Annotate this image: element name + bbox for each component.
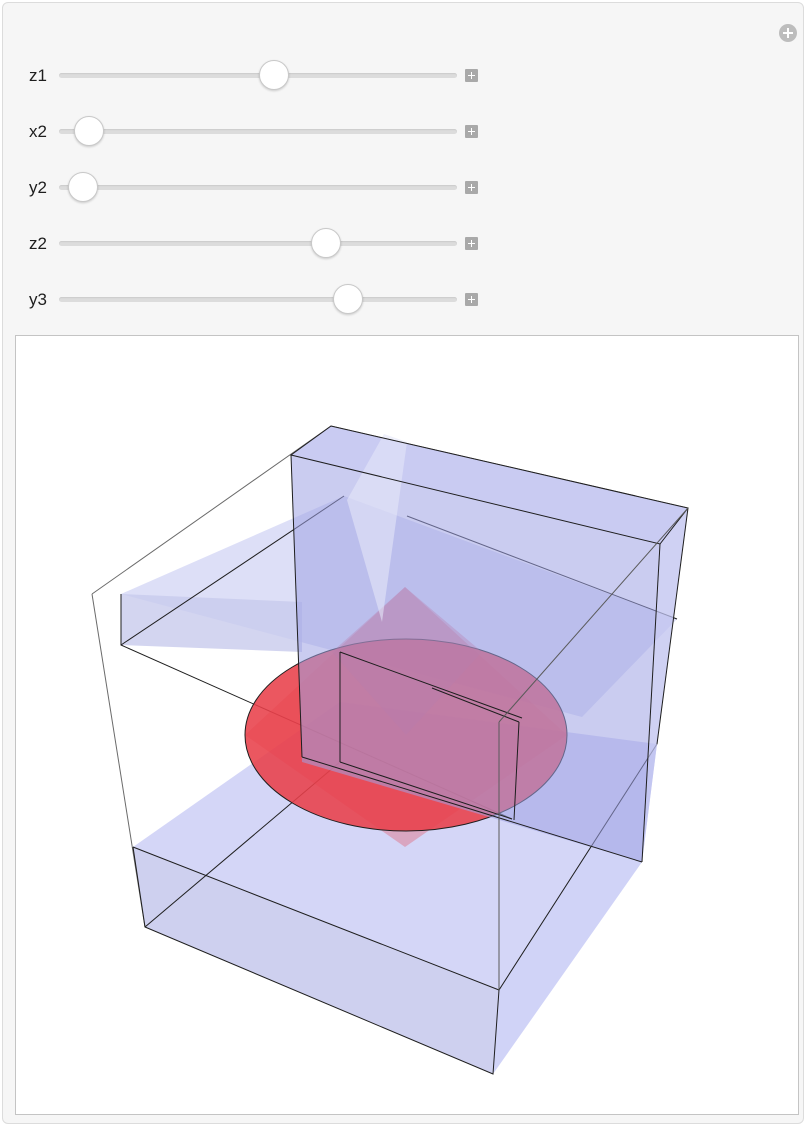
- slider-track-z2[interactable]: [59, 241, 457, 246]
- control-label: x2: [29, 122, 47, 141]
- graphics3d-plot[interactable]: [16, 336, 798, 1114]
- slider-track-x2[interactable]: [59, 129, 457, 134]
- slider-track-z1[interactable]: [59, 73, 457, 78]
- control-label: y2: [29, 178, 47, 197]
- slider-thumb-x2[interactable]: [73, 116, 104, 146]
- circle-plus-icon[interactable]: [779, 24, 797, 42]
- control-row-z2: z2: [3, 228, 503, 258]
- slider-thumb-y2[interactable]: [67, 172, 98, 202]
- plus-square-icon[interactable]: [465, 181, 478, 194]
- plus-square-icon[interactable]: [465, 125, 478, 138]
- control-label: z2: [29, 234, 47, 253]
- control-label: y3: [29, 290, 47, 309]
- plus-square-icon[interactable]: [465, 237, 478, 250]
- control-row-y3: y3: [3, 284, 503, 314]
- control-row-y2: y2: [3, 172, 503, 202]
- slider-thumb-z1[interactable]: [258, 60, 289, 90]
- manipulate-panel: z1 x2 y2 z2 y3: [2, 2, 804, 1124]
- control-label: z1: [29, 66, 47, 85]
- plus-square-icon[interactable]: [465, 69, 478, 82]
- control-row-z1: z1: [3, 60, 503, 90]
- slider-thumb-y3[interactable]: [332, 284, 363, 314]
- slider-track-y2[interactable]: [59, 185, 457, 190]
- slider-thumb-z2[interactable]: [310, 228, 341, 258]
- plus-square-icon[interactable]: [465, 293, 478, 306]
- slider-track-y3[interactable]: [59, 297, 457, 302]
- graphics3d-frame[interactable]: [15, 335, 799, 1115]
- control-row-x2: x2: [3, 116, 503, 146]
